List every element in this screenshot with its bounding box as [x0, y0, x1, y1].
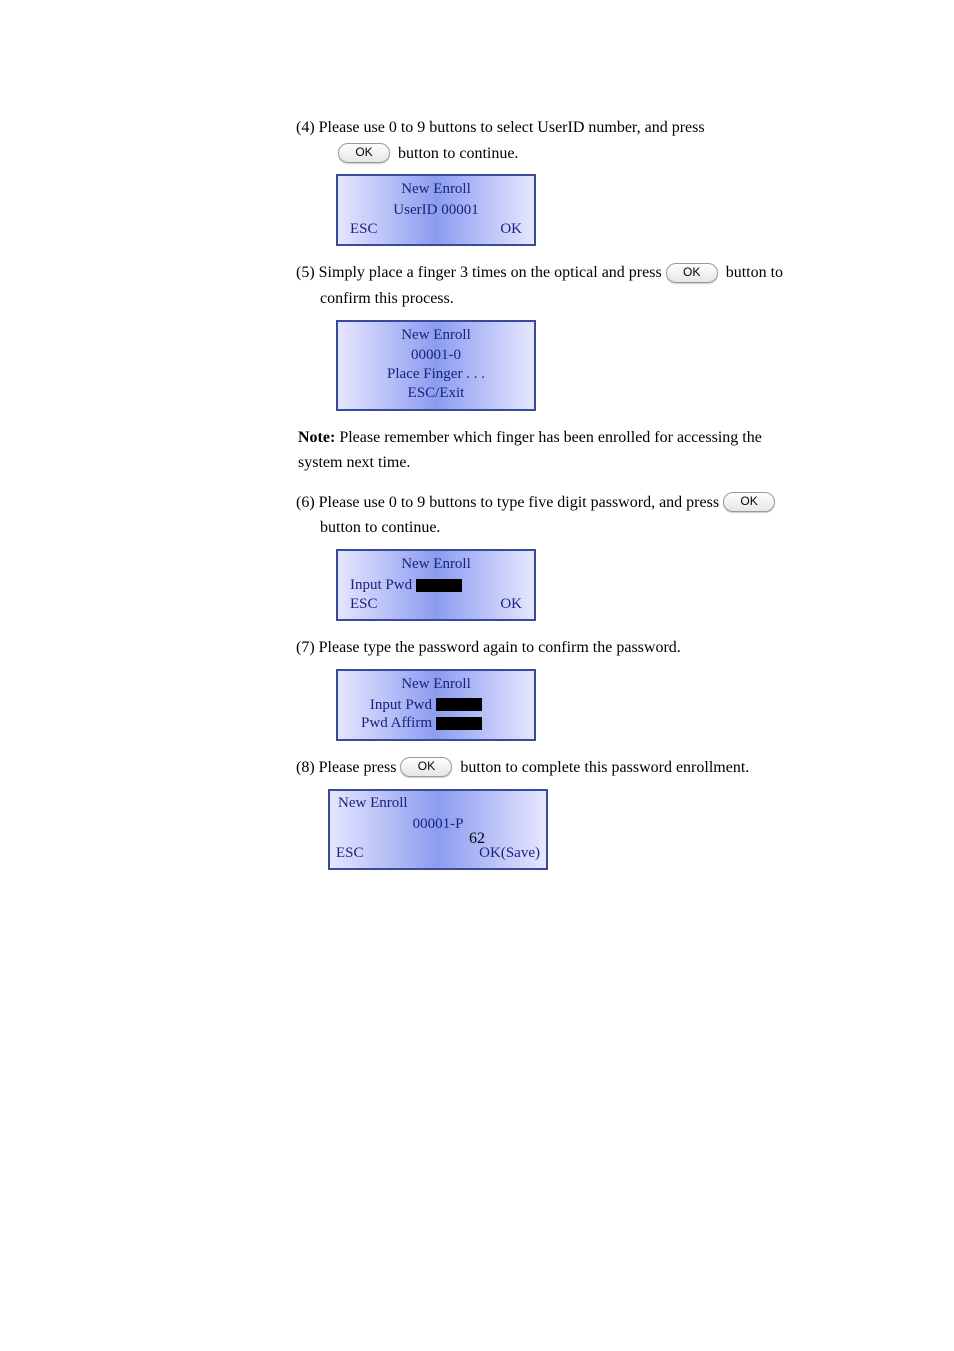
password-mask-icon [436, 698, 482, 711]
note: Note: Please remember which finger has b… [298, 425, 794, 476]
password-mask-icon [416, 579, 462, 592]
step-6-text-before: (6) Please use 0 to 9 buttons to type fi… [296, 494, 723, 511]
lcd4-title: New Enroll [344, 180, 528, 199]
lcd6-ok: OK [500, 595, 522, 614]
lcd5-title: New Enroll [344, 326, 528, 345]
ok-button-icon: OK [338, 143, 390, 163]
lcd6-input-label: Input Pwd [350, 576, 412, 595]
lcd7-affirm-label: Pwd Affirm [354, 714, 432, 733]
step-4: (4) Please use 0 to 9 buttons to select … [296, 115, 794, 166]
step-5-text-after: button to [726, 264, 783, 281]
step-8-after: button to complete this password enrollm… [460, 759, 749, 776]
lcd6-esc: ESC [350, 595, 378, 614]
step-5-text-before: (5) Simply place a finger 3 times on the… [296, 264, 666, 281]
ok-button-icon: OK [400, 757, 452, 777]
step-7-text: (7) Please type the password again to co… [296, 639, 681, 656]
step-4-text: (4) Please use 0 to 9 buttons to select … [296, 119, 705, 136]
page-container: (4) Please use 0 to 9 buttons to select … [0, 0, 954, 1351]
lcd4-ok: OK [500, 220, 522, 239]
password-mask-icon [436, 717, 482, 730]
lcd8-title: New Enroll [334, 793, 542, 814]
step-8: (8) Please press OK button to complete t… [296, 755, 794, 781]
step-5-line2: confirm this process. [320, 290, 454, 307]
note-text: Please remember which finger has been en… [298, 429, 762, 472]
lcd4-esc: ESC [350, 220, 378, 239]
lcd7-title: New Enroll [344, 675, 528, 694]
step-5: (5) Simply place a finger 3 times on the… [296, 260, 794, 311]
page-number: 62 [0, 830, 954, 848]
step-4-text-after: button to continue. [398, 145, 518, 162]
lcd5-place: Place Finger . . . [344, 365, 528, 384]
step-7: (7) Please type the password again to co… [296, 635, 794, 661]
step-6: (6) Please use 0 to 9 buttons to type fi… [296, 490, 794, 541]
step-6-line2: button to continue. [320, 519, 440, 536]
note-label: Note: [298, 429, 335, 446]
ok-button-icon: OK [723, 492, 775, 512]
step-8-before: (8) Please press [296, 759, 400, 776]
lcd-screen-6: New Enroll Input Pwd ESC OK [336, 549, 536, 621]
lcd4-userid: UserID 00001 [344, 201, 528, 220]
lcd-screen-5: New Enroll 00001-0 Place Finger . . . ES… [336, 320, 536, 411]
lcd-screen-7: New Enroll Input Pwd Pwd Affirm [336, 669, 536, 741]
lcd6-title: New Enroll [344, 555, 528, 574]
lcd5-exit: ESC/Exit [344, 384, 528, 403]
lcd-screen-4: New Enroll UserID 00001 ESC OK [336, 174, 536, 246]
lcd5-sub: 00001-0 [344, 346, 528, 365]
ok-button-icon: OK [666, 263, 718, 283]
lcd7-input-label: Input Pwd [354, 696, 432, 715]
